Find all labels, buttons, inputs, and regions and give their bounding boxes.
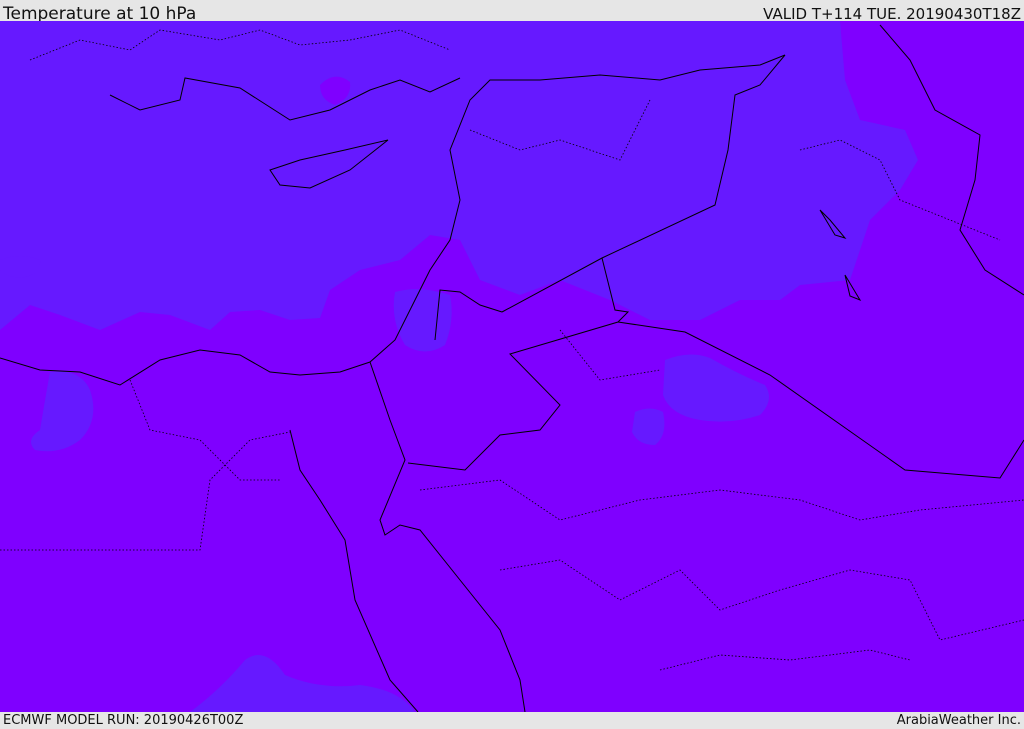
header-bar: Temperature at 10 hPa VALID T+114 TUE. 2…	[0, 0, 1024, 24]
brand-credit: ArabiaWeather Inc.	[896, 713, 1021, 728]
footer-bar: ECMWF MODEL RUN: 20190426T00Z ArabiaWeat…	[0, 712, 1024, 729]
model-run: ECMWF MODEL RUN: 20190426T00Z	[3, 713, 244, 728]
temperature-map[interactable]	[0, 21, 1024, 712]
